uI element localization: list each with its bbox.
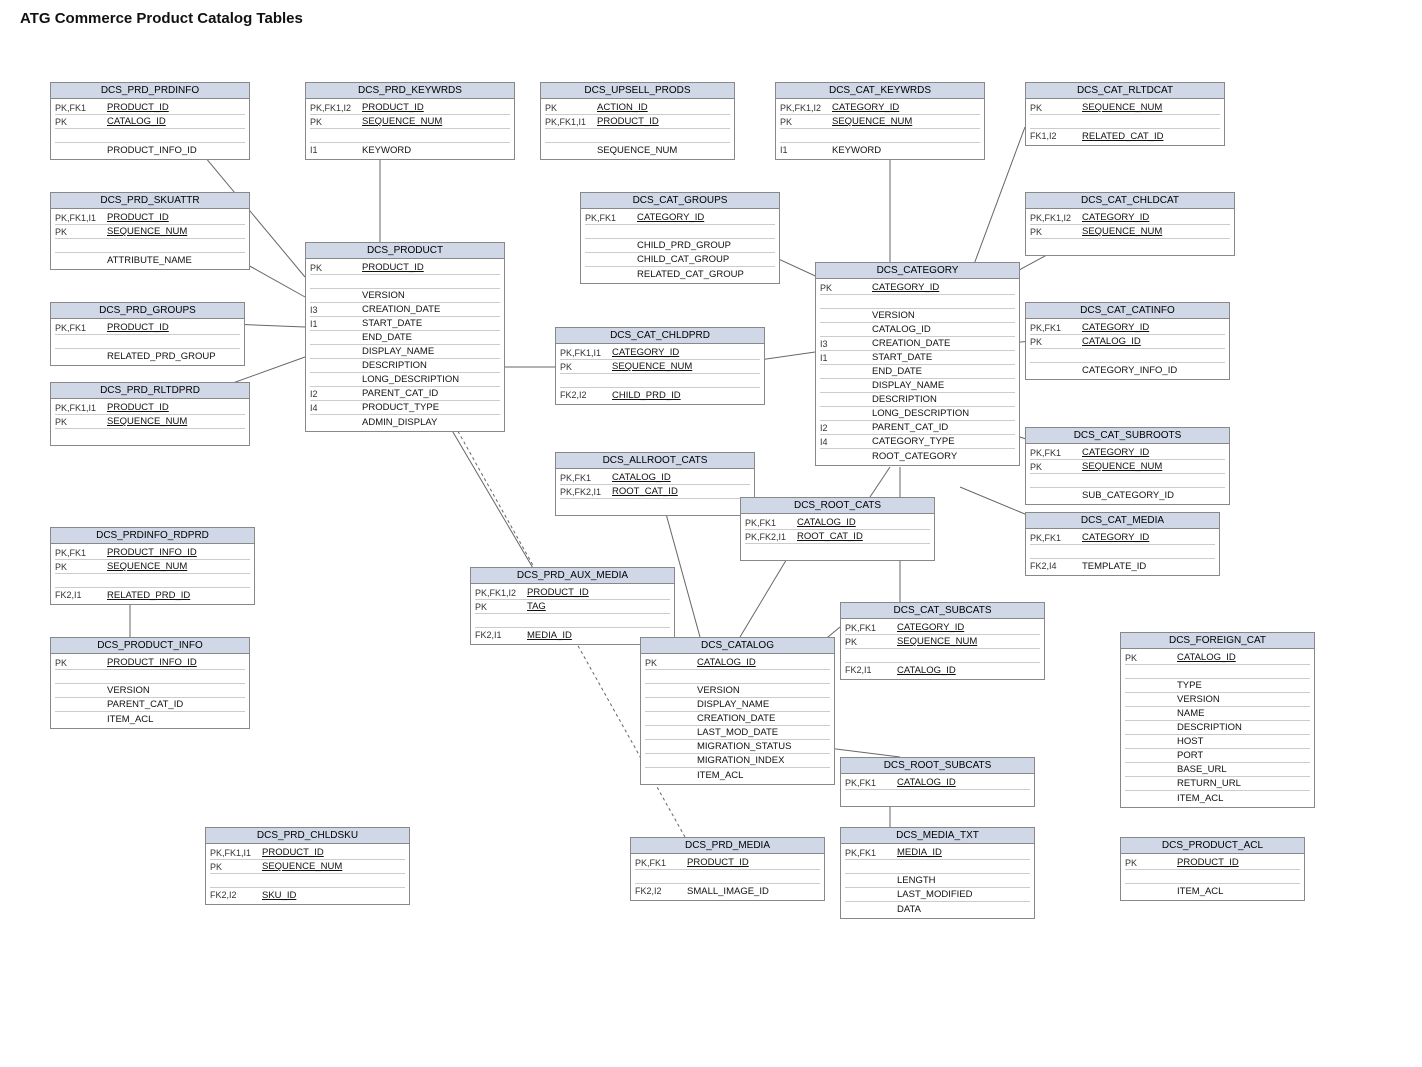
table-dcs-root-cats: DCS_ROOT_CATS PK,FK1 CATALOG_ID PK,FK2,I… <box>740 497 935 561</box>
table-dcs-cat-chldprd: DCS_CAT_CHLDPRD PK,FK1,I1 CATEGORY_ID PK… <box>555 327 765 405</box>
table-dcs-prdinfo-rdprd: DCS_PRDINFO_RDPRD PK,FK1 PRODUCT_INFO_ID… <box>50 527 255 605</box>
table-dcs-product: DCS_PRODUCT PK PRODUCT_ID VERSION I3 CRE… <box>305 242 505 432</box>
table-dcs-product-acl: DCS_PRODUCT_ACL PK PRODUCT_ID ITEM_ACL <box>1120 837 1305 901</box>
table-dcs-foreign-cat: DCS_FOREIGN_CAT PK CATALOG_ID TYPE VERSI… <box>1120 632 1315 808</box>
table-dcs-prd-groups: DCS_PRD_GROUPS PK,FK1 PRODUCT_ID RELATED… <box>50 302 245 366</box>
table-dcs-cat-media: DCS_CAT_MEDIA PK,FK1 CATEGORY_ID FK2,I4 … <box>1025 512 1220 576</box>
table-dcs-catalog: DCS_CATALOG PK CATALOG_ID VERSION DISPLA… <box>640 637 835 785</box>
table-dcs-cat-rltdcat: DCS_CAT_RLTDCAT PK SEQUENCE_NUM FK1,I2 R… <box>1025 82 1225 146</box>
table-dcs-media-txt: DCS_MEDIA_TXT PK,FK1 MEDIA_ID LENGTH LAS… <box>840 827 1035 919</box>
table-dcs-prd-rltdprd: DCS_PRD_RLTDPRD PK,FK1,I1 PRODUCT_ID PK … <box>50 382 250 446</box>
table-dcs-cat-subroots: DCS_CAT_SUBROOTS PK,FK1 CATEGORY_ID PK S… <box>1025 427 1230 505</box>
table-dcs-prd-skuattr: DCS_PRD_SKUATTR PK,FK1,I1 PRODUCT_ID PK … <box>50 192 250 270</box>
table-dcs-prd-media: DCS_PRD_MEDIA PK,FK1 PRODUCT_ID FK2,I2 S… <box>630 837 825 901</box>
table-dcs-prd-chldsku: DCS_PRD_CHLDSKU PK,FK1,I1 PRODUCT_ID PK … <box>205 827 410 905</box>
table-dcs-product-info: DCS_PRODUCT_INFO PK PRODUCT_INFO_ID VERS… <box>50 637 250 729</box>
table-header-dcs-prd-prdinfo: DCS_PRD_PRDINFO <box>51 83 249 99</box>
table-dcs-cat-keywrds: DCS_CAT_KEYWRDS PK,FK1,I2 CATEGORY_ID PK… <box>775 82 985 160</box>
table-dcs-prd-keywrds: DCS_PRD_KEYWRDS PK,FK1,I2 PRODUCT_ID PK … <box>305 82 515 160</box>
table-dcs-root-subcats: DCS_ROOT_SUBCATS PK,FK1 CATALOG_ID <box>840 757 1035 807</box>
diagram-area: DCS_PRD_PRDINFO PK,FK1 PRODUCT_ID PK CAT… <box>20 37 1400 1057</box>
table-dcs-prd-aux-media: DCS_PRD_AUX_MEDIA PK,FK1,I2 PRODUCT_ID P… <box>470 567 675 645</box>
page-title: ATG Commerce Product Catalog Tables <box>20 10 1402 27</box>
table-dcs-cat-chldcat: DCS_CAT_CHLDCAT PK,FK1,I2 CATEGORY_ID PK… <box>1025 192 1235 256</box>
table-dcs-cat-catinfo: DCS_CAT_CATINFO PK,FK1 CATEGORY_ID PK CA… <box>1025 302 1230 380</box>
table-dcs-allroot-cats: DCS_ALLROOT_CATS PK,FK1 CATALOG_ID PK,FK… <box>555 452 755 516</box>
table-dcs-category: DCS_CATEGORY PK CATEGORY_ID VERSION CATA… <box>815 262 1020 466</box>
table-dcs-cat-subcats: DCS_CAT_SUBCATS PK,FK1 CATEGORY_ID PK SE… <box>840 602 1045 680</box>
table-dcs-cat-groups: DCS_CAT_GROUPS PK,FK1 CATEGORY_ID CHILD_… <box>580 192 780 284</box>
table-dcs-prd-prdinfo: DCS_PRD_PRDINFO PK,FK1 PRODUCT_ID PK CAT… <box>50 82 250 160</box>
table-dcs-upsell-prods: DCS_UPSELL_PRODS PK ACTION_ID PK,FK1,I1 … <box>540 82 735 160</box>
page-container: ATG Commerce Product Catalog Tables <box>0 0 1422 1067</box>
